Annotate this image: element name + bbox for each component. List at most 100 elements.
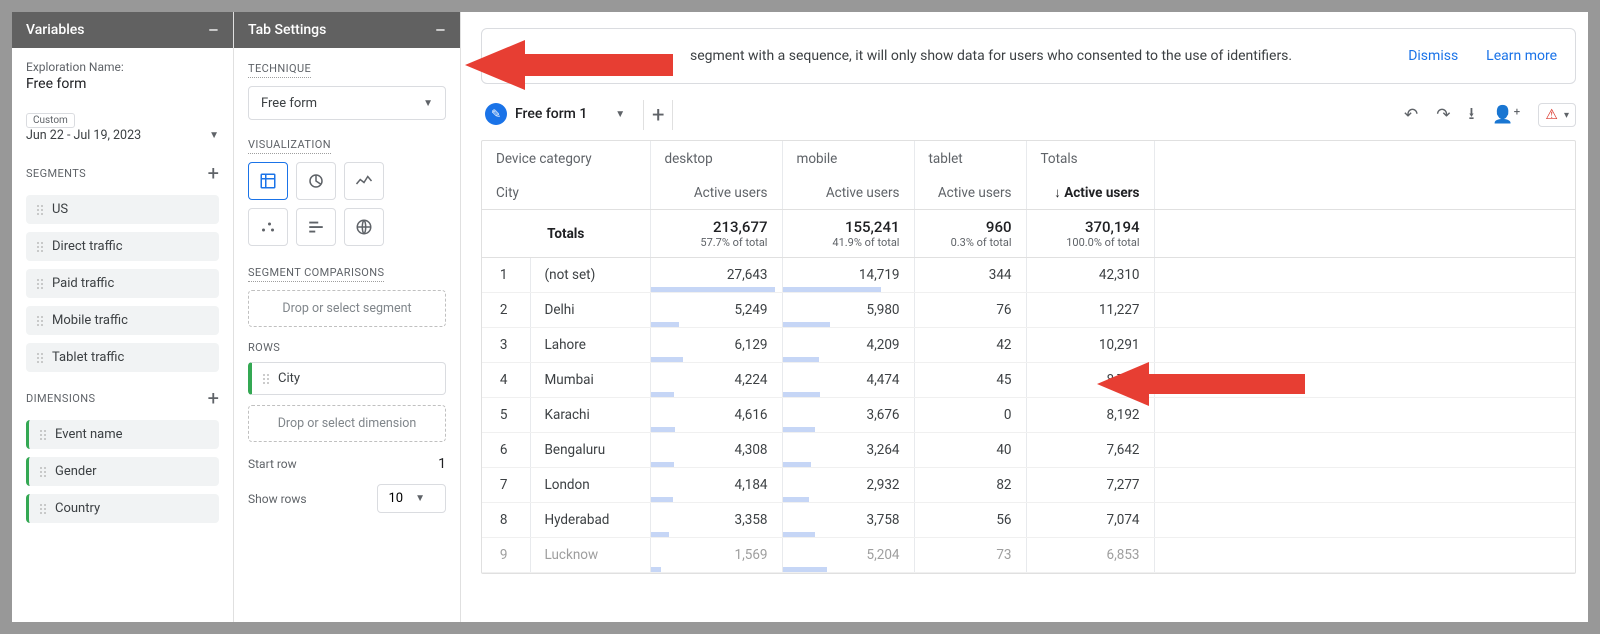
- show-rows-label: Show rows: [248, 492, 307, 506]
- totals-tablet: 9600.3% of total: [914, 210, 1026, 258]
- totals-desktop: 213,67757.7% of total: [650, 210, 782, 258]
- segment-drop-zone[interactable]: Drop or select segment: [248, 290, 446, 327]
- row-total: 7,642: [1026, 433, 1154, 468]
- viz-donut-icon[interactable]: [296, 162, 336, 200]
- row-desktop: 3,358: [650, 503, 782, 538]
- subcol-desktop[interactable]: Active users: [650, 177, 782, 210]
- error-chip[interactable]: ⚠ ▾: [1538, 103, 1576, 127]
- table-row[interactable]: 4Mumbai4,2244,474458,712: [482, 363, 1575, 398]
- dimension-chip[interactable]: Event name: [26, 420, 219, 449]
- row-mobile: 3,676: [782, 398, 914, 433]
- show-rows-select[interactable]: 10 ▼: [377, 484, 446, 513]
- caret-down-icon: ▼: [415, 493, 425, 504]
- row-desktop: 4,224: [650, 363, 782, 398]
- row-index: 6: [482, 433, 530, 468]
- viz-bar-icon[interactable]: [296, 208, 336, 246]
- minimize-icon[interactable]: −: [208, 18, 219, 42]
- table-row[interactable]: 8Hyderabad3,3583,758567,074: [482, 503, 1575, 538]
- pencil-icon: ✎: [485, 103, 507, 125]
- subcol-mobile[interactable]: Active users: [782, 177, 914, 210]
- row-tablet: 45: [914, 363, 1026, 398]
- header-device-category: Device category: [482, 141, 650, 177]
- subcol-tablet[interactable]: Active users: [914, 177, 1026, 210]
- col-desktop[interactable]: desktop: [650, 141, 782, 177]
- add-dimension-button[interactable]: +: [208, 386, 219, 410]
- report-tab[interactable]: ✎ Free form 1 ▼: [481, 97, 637, 133]
- subcol-totals-sorted[interactable]: ↓ Active users: [1026, 177, 1154, 210]
- table-row[interactable]: 9Lucknow1,5695,204736,853: [482, 538, 1575, 573]
- technique-label: TECHNIQUE: [248, 62, 311, 78]
- chip-label: Gender: [55, 464, 97, 479]
- viz-geo-icon[interactable]: [344, 208, 384, 246]
- row-tablet: 76: [914, 293, 1026, 328]
- segment-chip[interactable]: Tablet traffic: [26, 343, 219, 372]
- row-total: 7,277: [1026, 468, 1154, 503]
- table-row[interactable]: 2Delhi5,2495,9807611,227: [482, 293, 1575, 328]
- row-desktop: 4,616: [650, 398, 782, 433]
- row-index: 1: [482, 258, 530, 293]
- row-city: Bengaluru: [530, 433, 650, 468]
- add-segment-button[interactable]: +: [208, 161, 219, 185]
- row-city: (not set): [530, 258, 650, 293]
- row-desktop: 4,184: [650, 468, 782, 503]
- header-city: City: [482, 177, 650, 210]
- viz-table-icon[interactable]: [248, 162, 288, 200]
- drag-handle-icon: [36, 315, 44, 327]
- drag-handle-icon: [36, 241, 44, 253]
- row-tablet: 344: [914, 258, 1026, 293]
- rows-label: ROWS: [248, 341, 280, 354]
- col-totals[interactable]: Totals: [1026, 141, 1154, 177]
- redo-icon[interactable]: ↷: [1436, 105, 1450, 125]
- chip-label: Paid traffic: [52, 276, 114, 291]
- undo-icon[interactable]: ↶: [1404, 105, 1418, 125]
- start-row-input[interactable]: 1: [438, 456, 446, 472]
- segment-chip[interactable]: Direct traffic: [26, 232, 219, 261]
- exploration-name-label: Exploration Name:: [26, 60, 219, 74]
- row-index: 2: [482, 293, 530, 328]
- table-row[interactable]: 3Lahore6,1294,2094210,291: [482, 328, 1575, 363]
- col-mobile[interactable]: mobile: [782, 141, 914, 177]
- row-dimension-chip[interactable]: City: [248, 362, 446, 395]
- dimensions-label: DIMENSIONS: [26, 392, 95, 405]
- viz-scatter-icon[interactable]: [248, 208, 288, 246]
- start-row-label: Start row: [248, 457, 297, 471]
- dimension-chip[interactable]: Country: [26, 494, 219, 523]
- col-tablet[interactable]: tablet: [914, 141, 1026, 177]
- totals-mobile: 155,24141.9% of total: [782, 210, 914, 258]
- row-tablet: 82: [914, 468, 1026, 503]
- date-range-picker[interactable]: Jun 22 - Jul 19, 2023 ▼: [26, 128, 219, 143]
- row-mobile: 4,209: [782, 328, 914, 363]
- tab-settings-panel: Tab Settings − TECHNIQUE Free form ▼ VIS…: [234, 12, 461, 622]
- banner-learn-more-link[interactable]: Learn more: [1486, 48, 1557, 64]
- row-desktop: 5,249: [650, 293, 782, 328]
- totals-row: Totals 213,67757.7% of total 155,24141.9…: [482, 210, 1575, 258]
- share-icon[interactable]: 👤⁺: [1492, 105, 1520, 125]
- segment-chip[interactable]: US: [26, 195, 219, 224]
- row-city: Delhi: [530, 293, 650, 328]
- table-row[interactable]: 1(not set)27,64314,71934442,310: [482, 258, 1575, 293]
- row-desktop: 1,569: [650, 538, 782, 573]
- segment-chip[interactable]: Mobile traffic: [26, 306, 219, 335]
- minimize-icon[interactable]: −: [435, 18, 446, 42]
- viz-line-icon[interactable]: [344, 162, 384, 200]
- download-icon[interactable]: ⭳: [1468, 101, 1474, 130]
- row-total: 42,310: [1026, 258, 1154, 293]
- variables-title: Variables: [26, 22, 84, 38]
- caret-down-icon: ▼: [423, 98, 433, 109]
- technique-select[interactable]: Free form ▼: [248, 86, 446, 120]
- dimension-drop-zone[interactable]: Drop or select dimension: [248, 405, 446, 442]
- dimension-chip[interactable]: Gender: [26, 457, 219, 486]
- segment-chip[interactable]: Paid traffic: [26, 269, 219, 298]
- exploration-name-value[interactable]: Free form: [26, 76, 219, 92]
- row-mobile: 5,980: [782, 293, 914, 328]
- table-row[interactable]: 6Bengaluru4,3083,264407,642: [482, 433, 1575, 468]
- table-row[interactable]: 5Karachi4,6163,67608,192: [482, 398, 1575, 433]
- row-desktop: 4,308: [650, 433, 782, 468]
- report-table: Device category desktop mobile tablet To…: [481, 140, 1576, 574]
- annotation-arrow: [1097, 360, 1307, 408]
- caret-down-icon: ▼: [209, 130, 219, 141]
- banner-dismiss-button[interactable]: Dismiss: [1408, 48, 1458, 64]
- date-custom-chip: Custom: [26, 113, 75, 128]
- table-row[interactable]: 7London4,1842,932827,277: [482, 468, 1575, 503]
- add-tab-button[interactable]: +: [643, 100, 673, 130]
